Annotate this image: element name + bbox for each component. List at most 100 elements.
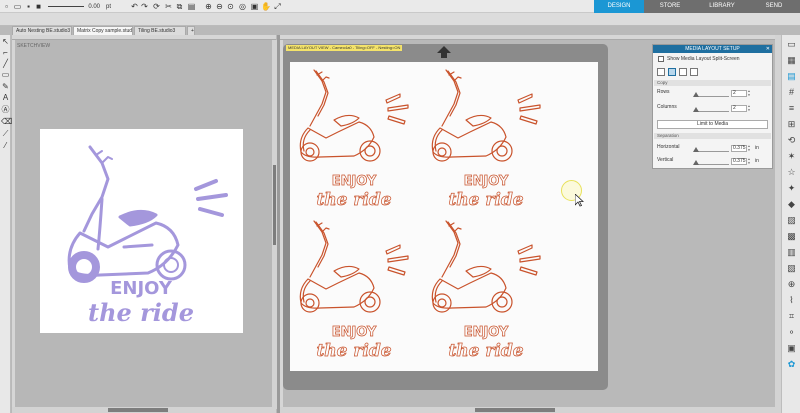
line-width-unit: pt bbox=[106, 4, 112, 10]
text-tool-icon[interactable]: A bbox=[1, 93, 10, 102]
left-vertical-scroll-thumb[interactable] bbox=[273, 165, 276, 245]
zoom-area-icon[interactable]: ⊙ bbox=[226, 2, 235, 11]
nav-send-tab[interactable]: SEND bbox=[748, 0, 800, 13]
knife-tool-icon[interactable]: ⟋ bbox=[1, 129, 10, 138]
nav-store-tab[interactable]: STORE bbox=[644, 0, 696, 13]
align-icon[interactable]: ≡ bbox=[786, 103, 797, 114]
undo-icon[interactable]: ↶ bbox=[130, 2, 139, 11]
sketch-icon[interactable]: ⌗ bbox=[786, 311, 797, 322]
vertical-label: Vertical bbox=[657, 157, 674, 163]
right-panel-strip: ▭ ▦ ▤ # ≡ ⊞ ⟲ ✶ ☆ ✦ ◆ ▨ ▩ ▥ ▧ ⊕ ⌇ ⌗ ⚬ ▣ … bbox=[781, 35, 800, 413]
main-toolbar: ▫ ▭ ▪ ■ 0.00 pt ↶ ↷ ⟳ ✂ ⧉ ▤ ⊕ ⊖ ⊙ ◎ ▣ ✋ … bbox=[0, 0, 800, 13]
line-width-field[interactable]: 0.00 bbox=[86, 3, 100, 11]
horizontal-slider-knob[interactable] bbox=[693, 147, 699, 152]
media-cut-area[interactable]: ENJOY ENJOY ENJOY ENJOY the ride the rid… bbox=[290, 62, 598, 371]
layout-mode-4-icon[interactable] bbox=[690, 68, 698, 76]
design-page[interactable]: ENJOY the ride bbox=[40, 129, 243, 333]
rows-stepper[interactable]: ▲ ▼ bbox=[747, 89, 751, 97]
scooter-design[interactable]: ENJOY the ride bbox=[40, 129, 243, 333]
media-horizontal-scroll-thumb[interactable] bbox=[475, 408, 555, 412]
add-tab-button[interactable]: + bbox=[187, 26, 195, 35]
layers-icon[interactable]: ▧ bbox=[786, 263, 797, 274]
stretch-icon[interactable]: ⤢ bbox=[273, 2, 282, 11]
columns-stepper[interactable]: ▲ ▼ bbox=[747, 104, 751, 112]
doc-tab-matrix-copy[interactable]: Matrix Copy sample.studio3 bbox=[73, 26, 133, 35]
library-panel-icon[interactable]: ▣ bbox=[786, 343, 797, 354]
select-tool-icon[interactable]: ↖ bbox=[1, 37, 10, 46]
cut-icon[interactable]: ✂ bbox=[164, 2, 173, 11]
zoom-drag-icon[interactable]: ◎ bbox=[238, 2, 247, 11]
left-horizontal-scroll-thumb[interactable] bbox=[108, 408, 168, 412]
eyedropper-tool-icon[interactable]: ⁄ bbox=[1, 141, 10, 150]
modify-icon[interactable]: ▥ bbox=[786, 247, 797, 258]
split-screen-checkbox[interactable] bbox=[658, 56, 664, 62]
fill-panel-icon[interactable]: ◆ bbox=[786, 199, 797, 210]
zoom-in-icon[interactable]: ⊕ bbox=[204, 2, 213, 11]
page-setup-icon[interactable]: ▭ bbox=[786, 39, 797, 50]
trace-icon[interactable]: ✦ bbox=[786, 183, 797, 194]
doc-tab-auto-nesting[interactable]: Auto Nesting BE.studio3 bbox=[12, 26, 72, 35]
grid-icon[interactable]: # bbox=[786, 87, 797, 98]
media-layout-icon[interactable]: ▦ bbox=[786, 55, 797, 66]
horizontal-input[interactable]: 0.375 bbox=[731, 145, 747, 152]
text-panel-icon[interactable]: ▩ bbox=[786, 231, 797, 242]
panel-title-bar[interactable]: MEDIA LAYOUT SETUP ✕ bbox=[653, 45, 772, 53]
limit-to-media-button[interactable]: Limit to Media bbox=[657, 120, 768, 129]
left-tool-panel: ↖ ⌐ ╱ ▭ ✎ A Ⓐ ⌫ ⟋ ⁄ bbox=[0, 35, 12, 413]
secondary-toolbar bbox=[0, 13, 800, 26]
vertical-slider-knob[interactable] bbox=[693, 160, 699, 165]
redo-icon[interactable]: ↷ bbox=[140, 2, 149, 11]
refresh-icon[interactable]: ⟳ bbox=[152, 2, 161, 11]
layout-mode-3-icon[interactable] bbox=[679, 68, 687, 76]
close-icon[interactable]: ✕ bbox=[766, 45, 770, 53]
new-file-icon[interactable]: ▫ bbox=[2, 2, 11, 11]
nav-library-tab[interactable]: LIBRARY bbox=[696, 0, 748, 13]
knife-icon[interactable]: ⌇ bbox=[786, 295, 797, 306]
horizontal-stepper[interactable]: ▲ ▼ bbox=[747, 144, 751, 152]
columns-slider[interactable] bbox=[697, 111, 729, 112]
copy-4-text-the-ride: the ride bbox=[448, 341, 523, 361]
rectangle-tool-icon[interactable]: ▭ bbox=[1, 70, 10, 79]
horizontal-slider[interactable] bbox=[697, 151, 729, 152]
rows-input[interactable]: 2 bbox=[731, 90, 747, 97]
vertical-slider[interactable] bbox=[697, 164, 729, 165]
rows-slider[interactable] bbox=[697, 96, 729, 97]
point-edit-tool-icon[interactable]: ⌐ bbox=[1, 48, 10, 57]
offset-icon[interactable]: ☆ bbox=[786, 167, 797, 178]
copy-2-text-the-ride: the ride bbox=[448, 190, 523, 210]
line-style-selector[interactable] bbox=[48, 6, 84, 7]
rows-slider-knob[interactable] bbox=[693, 92, 699, 97]
text-edit-tool-icon[interactable]: Ⓐ bbox=[1, 105, 10, 114]
hand-pan-icon[interactable]: ✋ bbox=[261, 2, 271, 11]
copy-section-header: Copy bbox=[654, 80, 771, 86]
vertical-stepper[interactable]: ▲ ▼ bbox=[747, 157, 751, 165]
replicate-icon[interactable]: ⊞ bbox=[786, 119, 797, 130]
weld-icon[interactable]: ⊕ bbox=[786, 279, 797, 290]
columns-slider-knob[interactable] bbox=[693, 107, 699, 112]
eraser-tool-icon[interactable]: ⌫ bbox=[1, 117, 12, 126]
vertical-input[interactable]: 0.375 bbox=[731, 158, 747, 165]
pencil-tool-icon[interactable]: ✎ bbox=[1, 82, 10, 91]
fill-color-icon[interactable]: ■ bbox=[34, 2, 43, 11]
nesting-icon[interactable]: ✶ bbox=[786, 151, 797, 162]
columns-label: Columns bbox=[657, 104, 677, 110]
copy-icon[interactable]: ⧉ bbox=[175, 2, 184, 11]
layout-mode-1-icon[interactable] bbox=[657, 68, 665, 76]
media-layout-active-icon[interactable]: ▤ bbox=[786, 71, 797, 82]
line-panel-icon[interactable]: ▨ bbox=[786, 215, 797, 226]
zoom-out-icon[interactable]: ⊖ bbox=[215, 2, 224, 11]
transform-icon[interactable]: ⟲ bbox=[786, 135, 797, 146]
doc-tab-tiling[interactable]: Tiling BE.studio3 bbox=[134, 26, 186, 35]
open-folder-icon[interactable]: ▭ bbox=[13, 2, 22, 11]
line-tool-icon[interactable]: ╱ bbox=[1, 59, 10, 68]
layout-mode-2-icon[interactable] bbox=[668, 68, 676, 76]
paste-icon[interactable]: ▤ bbox=[187, 2, 196, 11]
pixscan-icon[interactable]: ⚬ bbox=[786, 327, 797, 338]
save-icon[interactable]: ▪ bbox=[24, 2, 33, 11]
nav-design-tab[interactable]: DESIGN bbox=[594, 0, 644, 13]
settings-gear-icon[interactable]: ✿ bbox=[786, 359, 797, 370]
fit-to-page-icon[interactable]: ▣ bbox=[250, 2, 259, 11]
copy-1-text-the-ride: the ride bbox=[316, 190, 391, 210]
nav-design-label: DESIGN bbox=[607, 3, 631, 9]
columns-input[interactable]: 2 bbox=[731, 105, 747, 112]
